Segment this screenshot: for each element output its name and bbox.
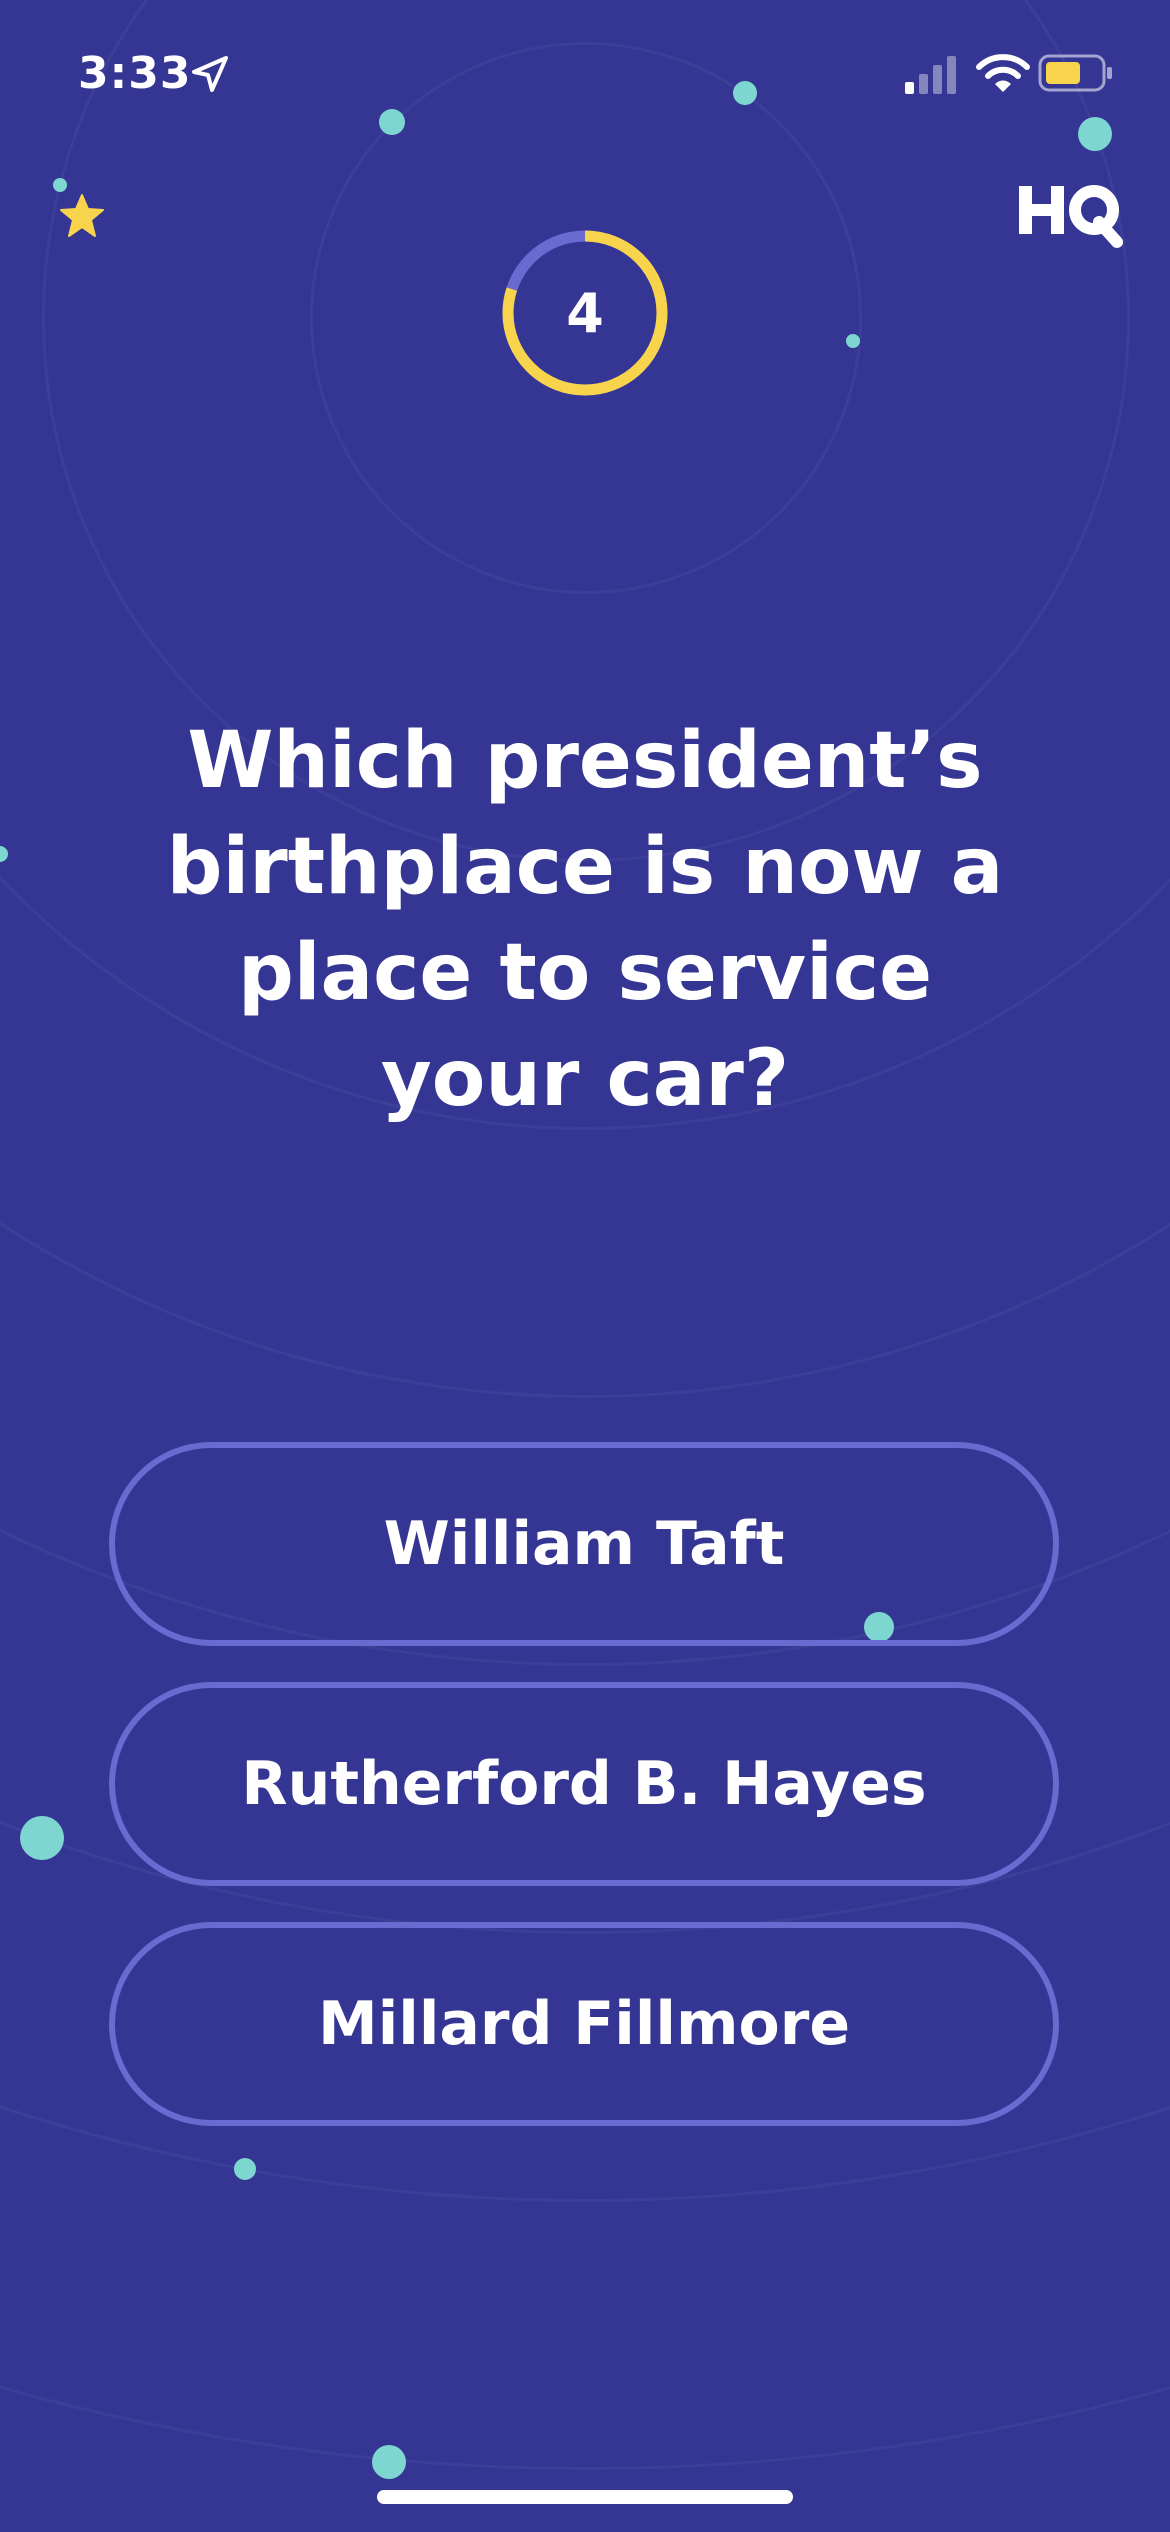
decorative-dot (234, 2158, 256, 2180)
status-time: 3:33 (78, 48, 192, 99)
answer-label: Rutherford B. Hayes (241, 1749, 927, 1819)
question-text: Which president’s birthplace is now a pl… (166, 716, 1004, 1124)
battery-icon (1038, 52, 1114, 94)
home-indicator[interactable] (377, 2490, 793, 2504)
hq-logo (1015, 176, 1125, 256)
answer-label: William Taft (383, 1509, 785, 1579)
status-bar: 3:33 (0, 0, 1170, 150)
decorative-dot (20, 1816, 64, 1860)
wifi-icon (975, 52, 1031, 94)
signal-icon (905, 54, 961, 94)
location-icon (188, 52, 232, 96)
decorative-dot (372, 2445, 406, 2479)
answer-button-millard-fillmore[interactable]: Millard Fillmore (109, 1922, 1059, 2126)
timer-value: 4 (566, 281, 604, 345)
game-screen: 3:33 4 Which president’s birthplace is n… (0, 0, 1170, 2532)
countdown-timer: 4 (500, 228, 670, 398)
decorative-dot (53, 178, 67, 192)
answer-label: Millard Fillmore (317, 1989, 851, 2059)
answer-button-rutherford-b-hayes[interactable]: Rutherford B. Hayes (109, 1682, 1059, 1886)
answer-button-william-taft[interactable]: William Taft (109, 1442, 1059, 1646)
star-icon (58, 192, 106, 240)
decorative-dot (846, 334, 860, 348)
